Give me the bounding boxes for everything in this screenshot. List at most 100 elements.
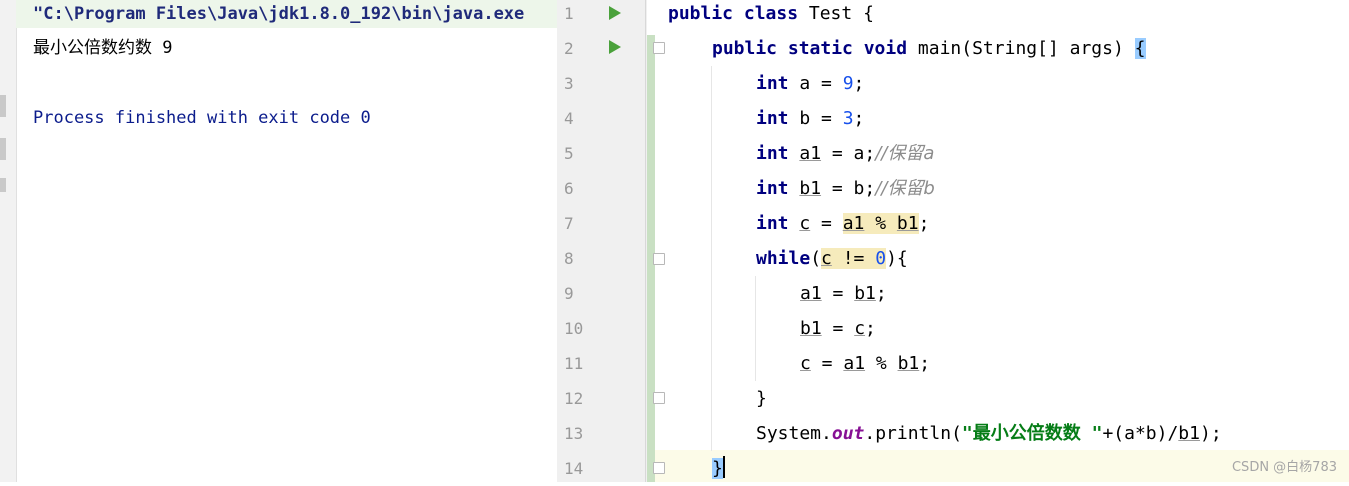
code-text: ;	[853, 108, 865, 129]
line-number: 14	[564, 459, 584, 478]
code-text: ;	[865, 318, 876, 339]
variable: c	[854, 318, 866, 339]
code-text: ){	[886, 248, 908, 269]
keyword: int	[756, 213, 789, 234]
keyword: public class	[668, 3, 799, 24]
code-line-3[interactable]: int a = 9;	[756, 66, 864, 101]
indent-guide	[711, 66, 712, 451]
code-line-14[interactable]: }	[712, 451, 723, 486]
code-line-1[interactable]: public class Test {	[668, 0, 874, 31]
code-text: ;	[918, 213, 930, 234]
line-number: 5	[564, 144, 574, 163]
code-text: .println(	[864, 423, 962, 444]
variable: b1	[854, 283, 876, 304]
variable: b1	[897, 353, 920, 374]
code-line-6[interactable]: int b1 = b;//保留b	[756, 171, 935, 206]
line-number: 6	[564, 179, 574, 198]
console-exit-message: Process finished with exit code 0	[33, 108, 371, 128]
code-text: %	[864, 213, 897, 234]
code-text: (	[810, 248, 822, 269]
code-line-5[interactable]: int a1 = a;//保留a	[756, 136, 934, 171]
code-text: ;	[919, 353, 931, 374]
code-text: !=	[831, 248, 876, 269]
console-toolbar-button[interactable]	[0, 178, 6, 192]
variable: a1	[800, 283, 822, 304]
variable: a1	[842, 213, 865, 234]
variable: c	[799, 213, 811, 234]
code-line-13[interactable]: System.out.println("最小公倍数数 "+(a*b)/b1);	[756, 416, 1222, 451]
code-text: b =	[788, 108, 843, 129]
line-number: 3	[564, 74, 574, 93]
code-text: ;	[875, 283, 887, 304]
code-line-4[interactable]: int b = 3;	[756, 101, 864, 136]
variable: b1	[800, 318, 822, 339]
code-line-2[interactable]: public static void main(String[] args) {	[712, 31, 1146, 66]
fold-icon[interactable]	[653, 462, 665, 474]
code-text: = b;	[821, 178, 876, 199]
editor-gutter: 1 2 3 4 5 6 7 8 9 10 11 12 13 14	[557, 0, 647, 482]
run-main-icon[interactable]	[609, 40, 621, 54]
code-text: %	[865, 353, 898, 374]
code-text: }	[756, 388, 767, 409]
code-text: System.	[756, 423, 832, 444]
code-comment: //保留a	[875, 143, 935, 164]
code-line-7[interactable]: int c = a1 % b1;	[756, 206, 929, 241]
fold-icon[interactable]	[653, 253, 665, 265]
run-console: "C:\Program Files\Java\jdk1.8.0_192\bin\…	[0, 0, 557, 482]
keyword: int	[756, 143, 789, 164]
variable: c	[800, 353, 811, 374]
variable: a1	[799, 143, 822, 164]
code-text: =	[821, 283, 855, 304]
code-text: =	[810, 213, 843, 234]
line-number: 7	[564, 214, 574, 233]
code-text: );	[1199, 423, 1222, 444]
string-literal: "最小公倍数数 "	[961, 423, 1103, 444]
indent-guide	[755, 276, 756, 381]
line-number: 13	[564, 424, 584, 443]
console-command-text: "C:\Program Files\Java\jdk1.8.0_192\bin\…	[33, 4, 525, 24]
console-output-text: 最小公倍数约数 9	[33, 38, 173, 58]
code-comment: //保留b	[875, 178, 935, 199]
number-literal: 9	[842, 73, 854, 94]
code-text: ;	[853, 73, 865, 94]
text-caret	[723, 456, 725, 478]
code-text: =	[810, 353, 844, 374]
line-number: 11	[564, 354, 584, 373]
code-text: =	[821, 318, 855, 339]
keyword: int	[756, 108, 789, 129]
console-toolbar	[0, 0, 17, 482]
keyword: int	[756, 178, 789, 199]
code-line-9[interactable]: a1 = b1;	[800, 276, 887, 311]
code-line-8[interactable]: while(c != 0){	[756, 241, 908, 276]
matched-brace: {	[1134, 38, 1146, 59]
variable: c	[821, 248, 832, 269]
code-text: +(a*b)/	[1102, 423, 1179, 444]
current-line-highlight	[557, 450, 1349, 482]
variable: b1	[1178, 423, 1200, 444]
static-field: out	[831, 423, 865, 444]
line-number: 9	[564, 284, 574, 303]
code-text: a =	[788, 73, 843, 94]
line-number: 10	[564, 319, 584, 338]
console-toolbar-button[interactable]	[0, 95, 6, 117]
number-literal: 0	[875, 248, 887, 269]
code-text: = a;	[821, 143, 876, 164]
gutter-divider	[645, 0, 646, 482]
fold-icon[interactable]	[653, 392, 665, 404]
keyword: while	[756, 248, 811, 269]
variable: b1	[799, 178, 822, 199]
code-line-11[interactable]: c = a1 % b1;	[800, 346, 930, 381]
code-line-10[interactable]: b1 = c;	[800, 311, 876, 346]
line-number: 4	[564, 109, 574, 128]
variable: a1	[843, 353, 866, 374]
code-text: main(String[] args)	[907, 38, 1135, 59]
keyword: int	[756, 73, 789, 94]
code-editor[interactable]: 1 2 3 4 5 6 7 8 9 10 11 12 13 14 public …	[557, 0, 1349, 482]
number-literal: 3	[842, 108, 854, 129]
line-number: 12	[564, 389, 584, 408]
fold-icon[interactable]	[653, 42, 665, 54]
console-toolbar-button[interactable]	[0, 138, 6, 160]
watermark: CSDN @白杨783	[1231, 460, 1337, 475]
code-line-12[interactable]: }	[756, 381, 767, 416]
run-class-icon[interactable]	[609, 6, 621, 20]
